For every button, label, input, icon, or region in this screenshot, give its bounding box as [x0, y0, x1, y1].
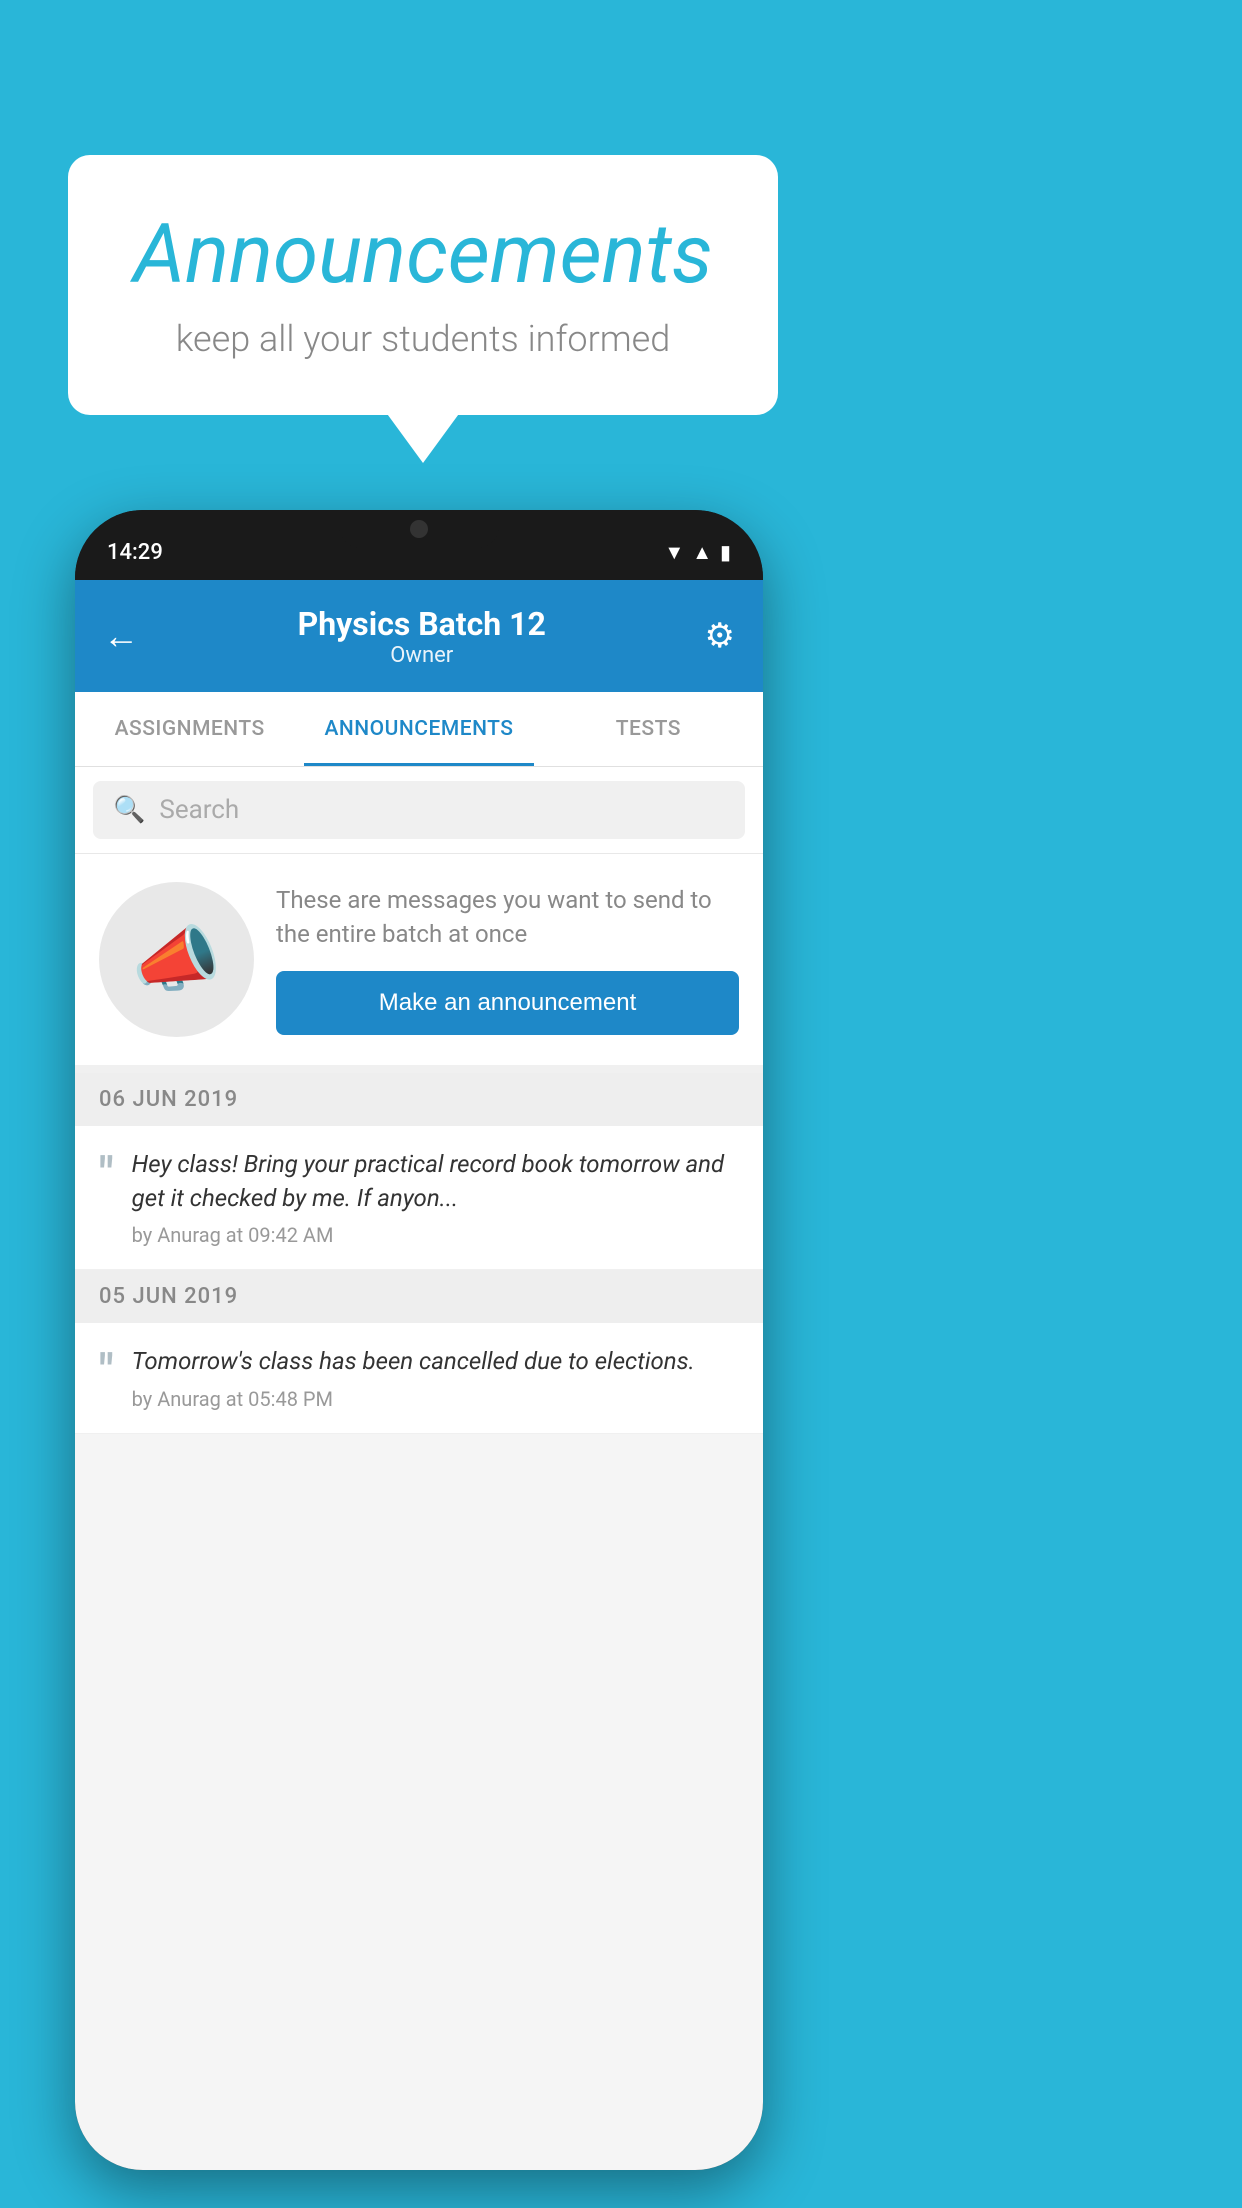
announcement-text-1: Hey class! Bring your practical record b…: [132, 1148, 739, 1215]
camera: [410, 520, 428, 538]
search-input[interactable]: Search: [159, 795, 239, 825]
signal-icon: ▲: [692, 540, 712, 565]
app-header: ← Physics Batch 12 Owner ⚙: [75, 580, 763, 692]
date-separator-1: 06 JUN 2019: [75, 1073, 763, 1126]
tab-announcements[interactable]: ANNOUNCEMENTS: [304, 692, 533, 766]
announcement-meta-1: by Anurag at 09:42 AM: [132, 1223, 739, 1247]
phone-frame: 14:29 ▼ ▲ ▮ ← Physics Batch 12 Owner ⚙ A…: [75, 510, 763, 2170]
speech-bubble-section: Announcements keep all your students inf…: [68, 155, 778, 415]
header-title: Physics Batch 12: [139, 605, 705, 643]
tabs-bar: ASSIGNMENTS ANNOUNCEMENTS TESTS: [75, 692, 763, 767]
settings-icon[interactable]: ⚙: [705, 616, 735, 656]
date-separator-2: 05 JUN 2019: [75, 1270, 763, 1323]
header-center: Physics Batch 12 Owner: [139, 605, 705, 668]
announcement-text-2: Tomorrow's class has been cancelled due …: [132, 1345, 739, 1379]
announcement-item-1[interactable]: " Hey class! Bring your practical record…: [75, 1126, 763, 1270]
date-label-2: 05 JUN 2019: [99, 1284, 238, 1309]
announcement-content-1: Hey class! Bring your practical record b…: [132, 1148, 739, 1247]
quote-icon-2: ": [99, 1349, 114, 1395]
search-icon: 🔍: [113, 795, 145, 825]
announcement-meta-2: by Anurag at 05:48 PM: [132, 1387, 739, 1411]
header-subtitle: Owner: [139, 643, 705, 668]
search-bar-container: 🔍 Search: [75, 767, 763, 854]
speech-bubble: Announcements keep all your students inf…: [68, 155, 778, 415]
prompt-text: These are messages you want to send to t…: [276, 884, 739, 951]
announcement-prompt: 📣 These are messages you want to send to…: [75, 854, 763, 1073]
megaphone-icon: 📣: [132, 917, 222, 1002]
make-announcement-button[interactable]: Make an announcement: [276, 971, 739, 1035]
status-time: 14:29: [107, 540, 163, 565]
status-icons: ▼ ▲ ▮: [664, 540, 731, 565]
bubble-subtitle: keep all your students informed: [128, 318, 718, 360]
tab-tests[interactable]: TESTS: [534, 692, 763, 766]
battery-icon: ▮: [720, 540, 731, 564]
bubble-title: Announcements: [128, 210, 718, 300]
search-bar[interactable]: 🔍 Search: [93, 781, 745, 839]
wifi-icon: ▼: [664, 540, 684, 565]
phone-notch: 14:29 ▼ ▲ ▮: [75, 510, 763, 580]
back-button[interactable]: ←: [103, 615, 139, 657]
megaphone-circle: 📣: [99, 882, 254, 1037]
tab-assignments[interactable]: ASSIGNMENTS: [75, 692, 304, 766]
announcement-content-2: Tomorrow's class has been cancelled due …: [132, 1345, 739, 1411]
date-label-1: 06 JUN 2019: [99, 1087, 238, 1112]
phone-screen: ← Physics Batch 12 Owner ⚙ ASSIGNMENTS A…: [75, 580, 763, 2170]
quote-icon-1: ": [99, 1152, 114, 1198]
announcement-item-2[interactable]: " Tomorrow's class has been cancelled du…: [75, 1323, 763, 1434]
prompt-right: These are messages you want to send to t…: [276, 884, 739, 1035]
